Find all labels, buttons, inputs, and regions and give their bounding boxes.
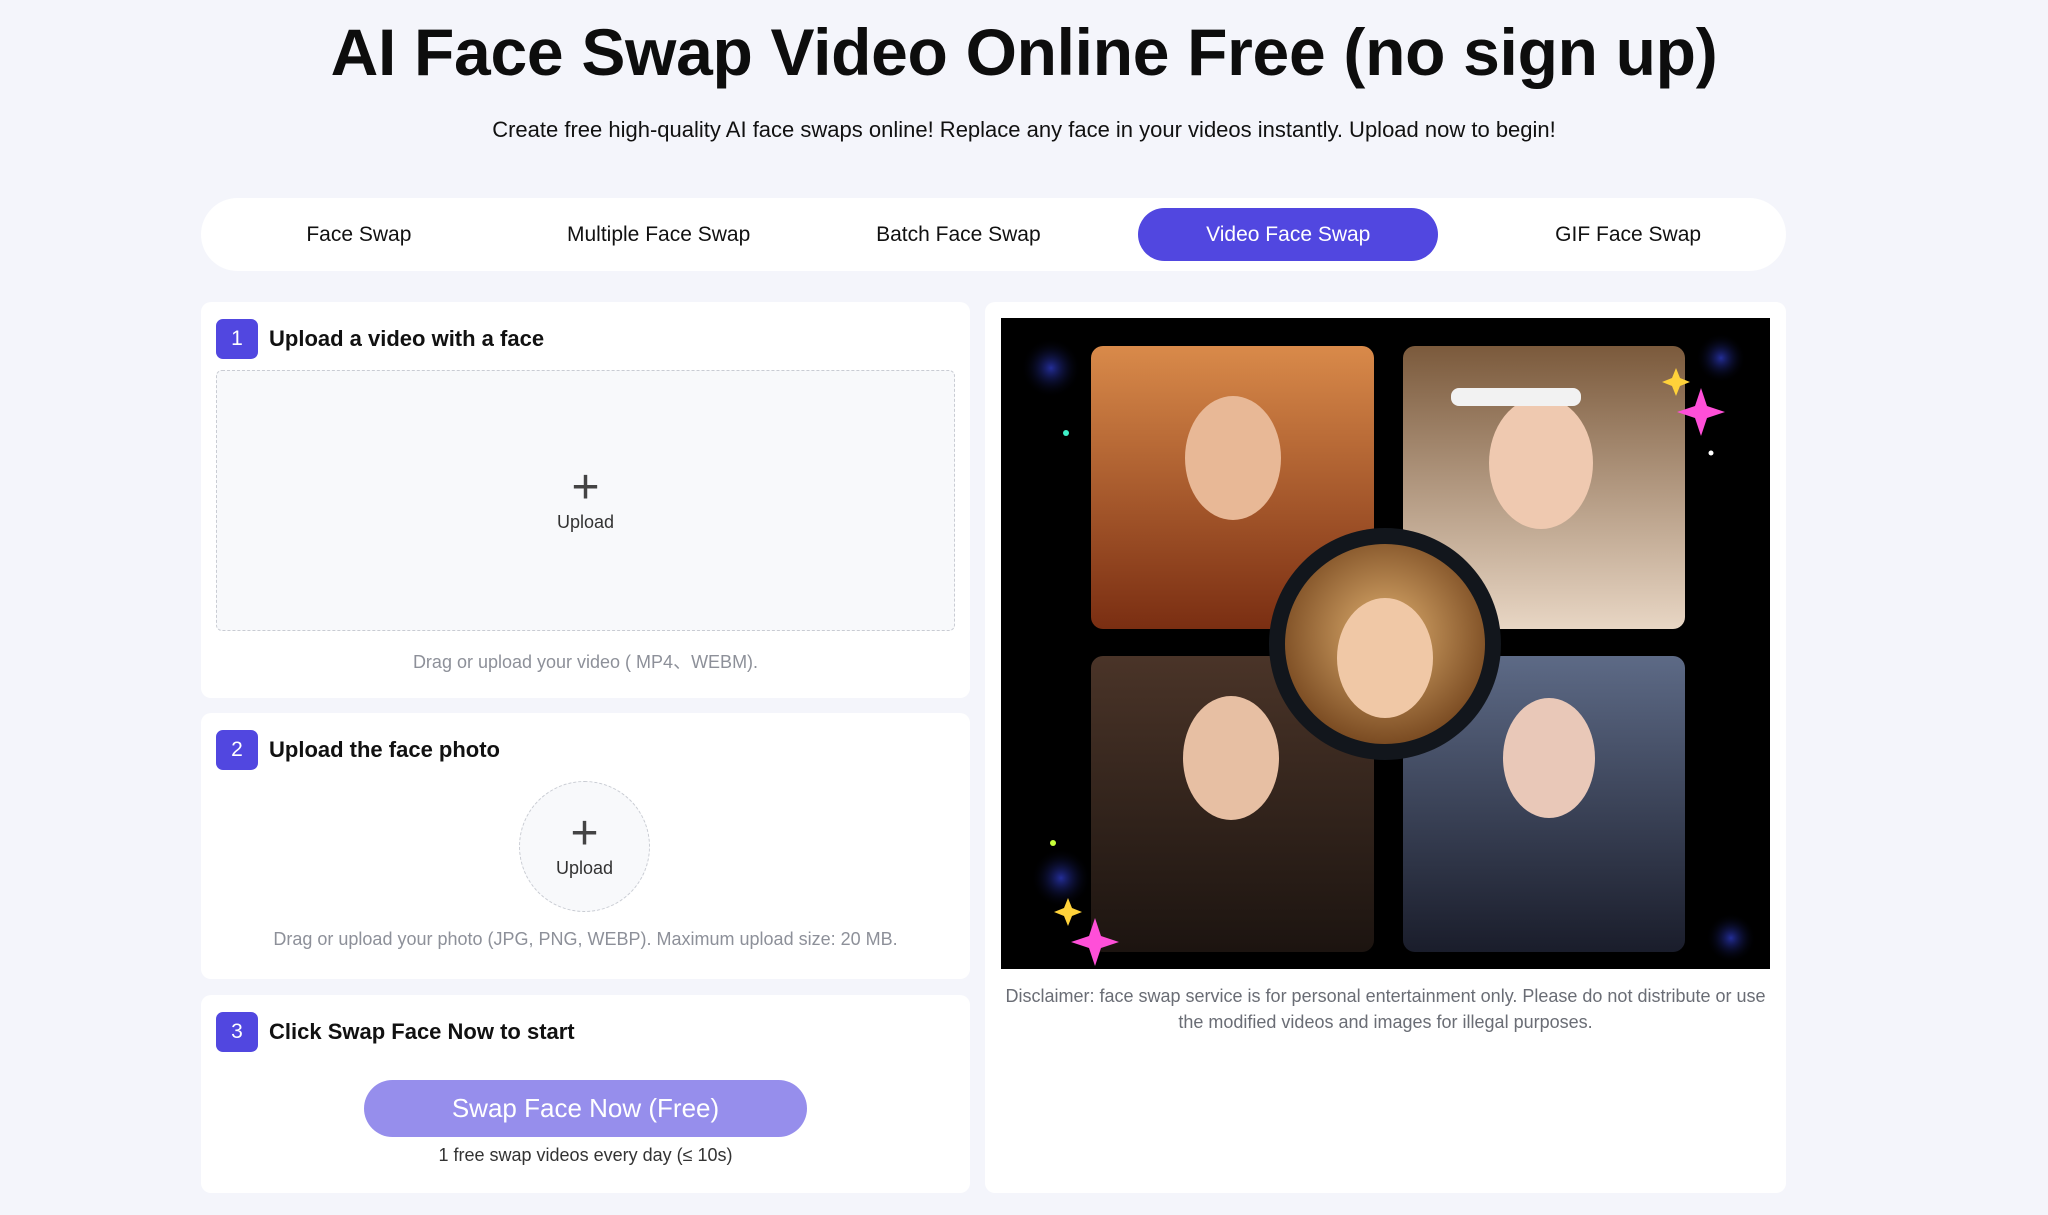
tab-batch-face-swap[interactable]: Batch Face Swap <box>814 208 1104 261</box>
disclaimer-text: Disclaimer: face swap service is for per… <box>1005 986 1766 1032</box>
step3-card: 3 Click Swap Face Now to start Swap Face… <box>201 995 970 1193</box>
step2-card: 2 Upload the face photo + Upload Drag or… <box>201 713 970 979</box>
preview-image <box>1001 318 1770 969</box>
video-upload-dropzone[interactable]: + Upload <box>216 370 955 631</box>
step1-number-badge: 1 <box>216 319 258 359</box>
face-upload-label: Upload <box>555 858 614 878</box>
swap-face-now-button[interactable]: Swap Face Now (Free) <box>364 1080 807 1137</box>
step3-number-badge: 3 <box>216 1012 258 1052</box>
video-upload-label: Upload <box>556 512 615 532</box>
page-subtitle: Create free high-quality AI face swaps o… <box>492 117 1556 142</box>
step1-card: 1 Upload a video with a face + Upload Dr… <box>201 302 970 698</box>
step1-header: 1 Upload a video with a face <box>216 319 544 359</box>
step2-header: 2 Upload the face photo <box>216 730 500 770</box>
preview-collage-illustration <box>1021 333 1756 966</box>
plus-icon: + <box>570 807 599 860</box>
tab-gif-face-swap[interactable]: GIF Face Swap <box>1483 208 1773 261</box>
tab-video-face-swap[interactable]: Video Face Swap <box>1138 208 1439 261</box>
free-swap-note: 1 free swap videos every day (≤ 10s) <box>438 1145 733 1165</box>
preview-card: Disclaimer: face swap service is for per… <box>985 302 1786 1193</box>
video-upload-hint: Drag or upload your video ( MP4、WEBM). <box>412 652 759 672</box>
step1-title: Upload a video with a face <box>269 326 545 351</box>
face-photo-upload[interactable]: + Upload <box>519 781 650 912</box>
face-upload-hint: Drag or upload your photo (JPG, PNG, WEB… <box>273 929 898 949</box>
tool-tabs: Face Swap Multiple Face Swap Batch Face … <box>201 198 1786 271</box>
page-title: AI Face Swap Video Online Free (no sign … <box>330 15 1718 89</box>
step3-title: Click Swap Face Now to start <box>269 1019 575 1044</box>
tab-multiple-face-swap[interactable]: Multiple Face Swap <box>514 208 804 261</box>
step2-title: Upload the face photo <box>269 737 500 762</box>
page: AI Face Swap Video Online Free (no sign … <box>0 0 2048 1215</box>
tab-face-swap[interactable]: Face Swap <box>214 208 504 261</box>
step2-number-badge: 2 <box>216 730 258 770</box>
plus-icon: + <box>571 461 600 514</box>
step3-header: 3 Click Swap Face Now to start <box>216 1012 575 1052</box>
